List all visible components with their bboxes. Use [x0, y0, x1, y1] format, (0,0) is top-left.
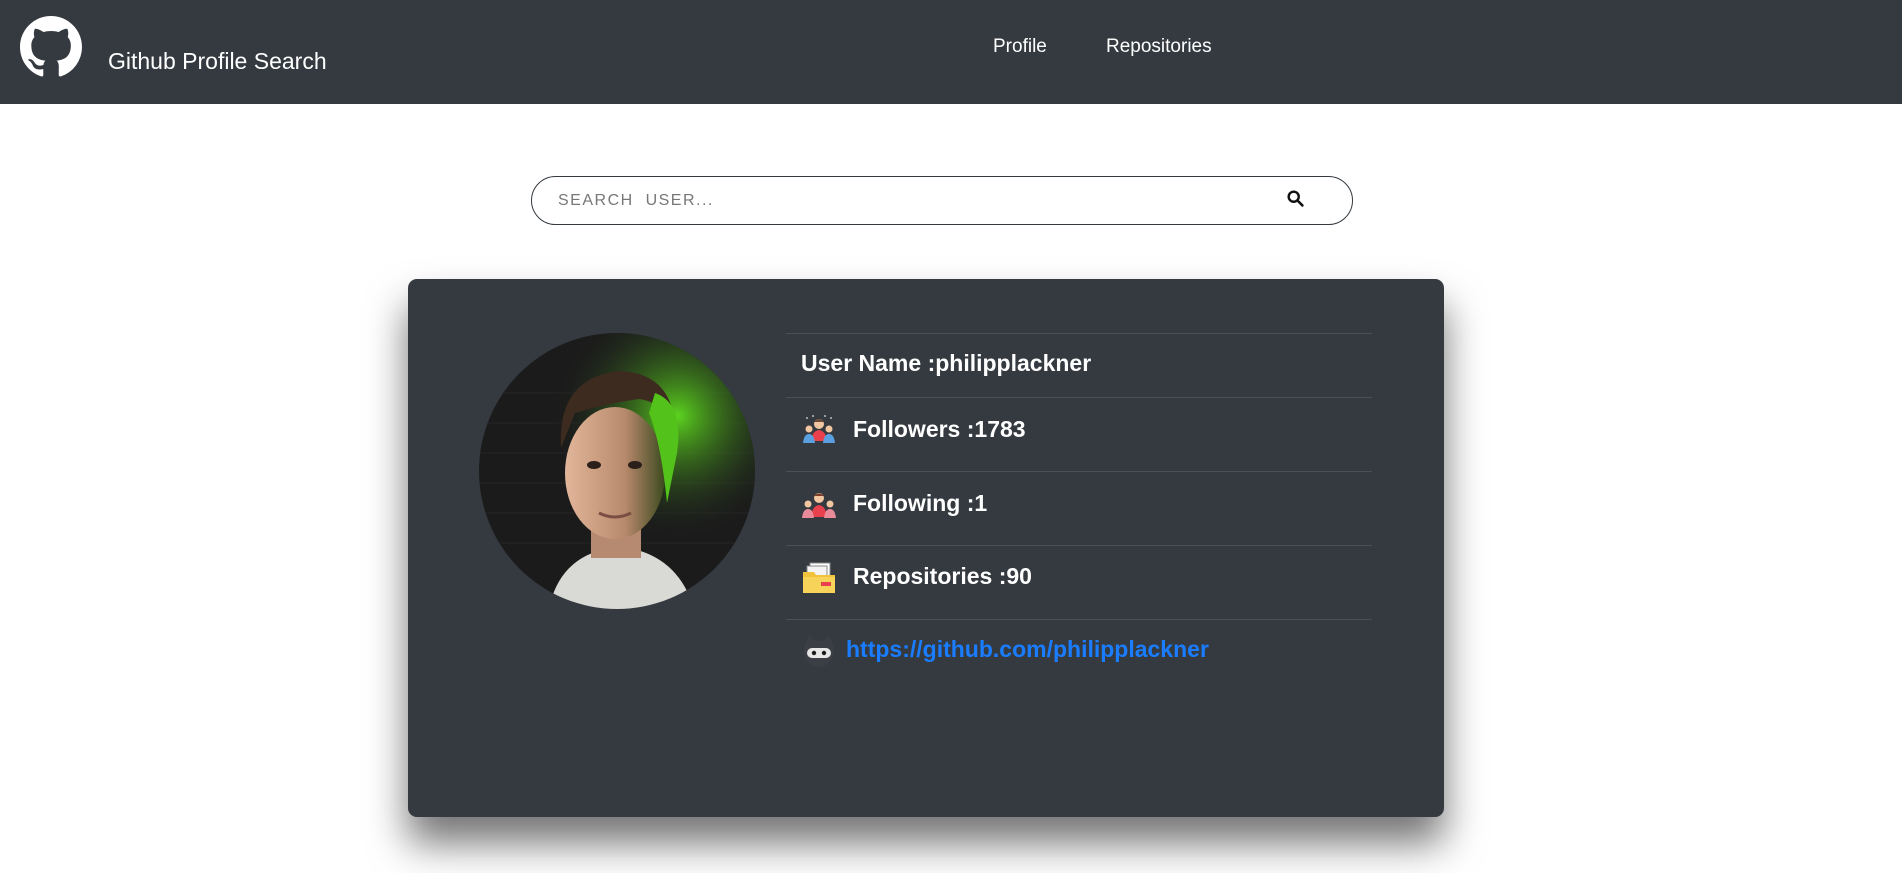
nav-link-repositories[interactable]: Repositories [1106, 36, 1212, 58]
followers-group-icon [803, 415, 835, 443]
repository-folder-icon [803, 562, 835, 593]
repositories-count: 90 [1006, 563, 1032, 589]
following-count: 1 [974, 490, 988, 516]
profile-avatar [479, 333, 755, 609]
username-label: User Name : [801, 350, 936, 376]
divider [786, 397, 1372, 398]
username-row: User Name :philipplackner [801, 350, 1091, 377]
following-people-icon [802, 493, 836, 518]
username-value: philipplackner [935, 350, 1092, 376]
divider [786, 545, 1372, 546]
search-icon[interactable] [1285, 188, 1307, 210]
profile-url-link[interactable]: https://github.com/philipplackner [846, 636, 1209, 663]
divider [786, 333, 1372, 334]
followers-label: Followers : [853, 416, 975, 442]
app-title[interactable]: Github Profile Search [108, 48, 327, 75]
followers-count: 1783 [974, 416, 1026, 442]
divider [786, 619, 1372, 620]
github-logo-icon[interactable] [20, 16, 82, 78]
repositories-label: Repositories : [853, 563, 1007, 589]
divider [786, 471, 1372, 472]
following-label: Following : [853, 490, 975, 516]
search-input[interactable] [558, 189, 1278, 213]
github-ninja-icon [804, 635, 834, 667]
following-row: Following :1 [853, 490, 987, 517]
repositories-row: Repositories :90 [853, 563, 1032, 590]
navbar: Github Profile Search Profile Repositori… [0, 0, 1902, 104]
search-bar [531, 176, 1353, 225]
followers-row: Followers :1783 [853, 416, 1026, 443]
nav-link-profile[interactable]: Profile [993, 36, 1047, 58]
